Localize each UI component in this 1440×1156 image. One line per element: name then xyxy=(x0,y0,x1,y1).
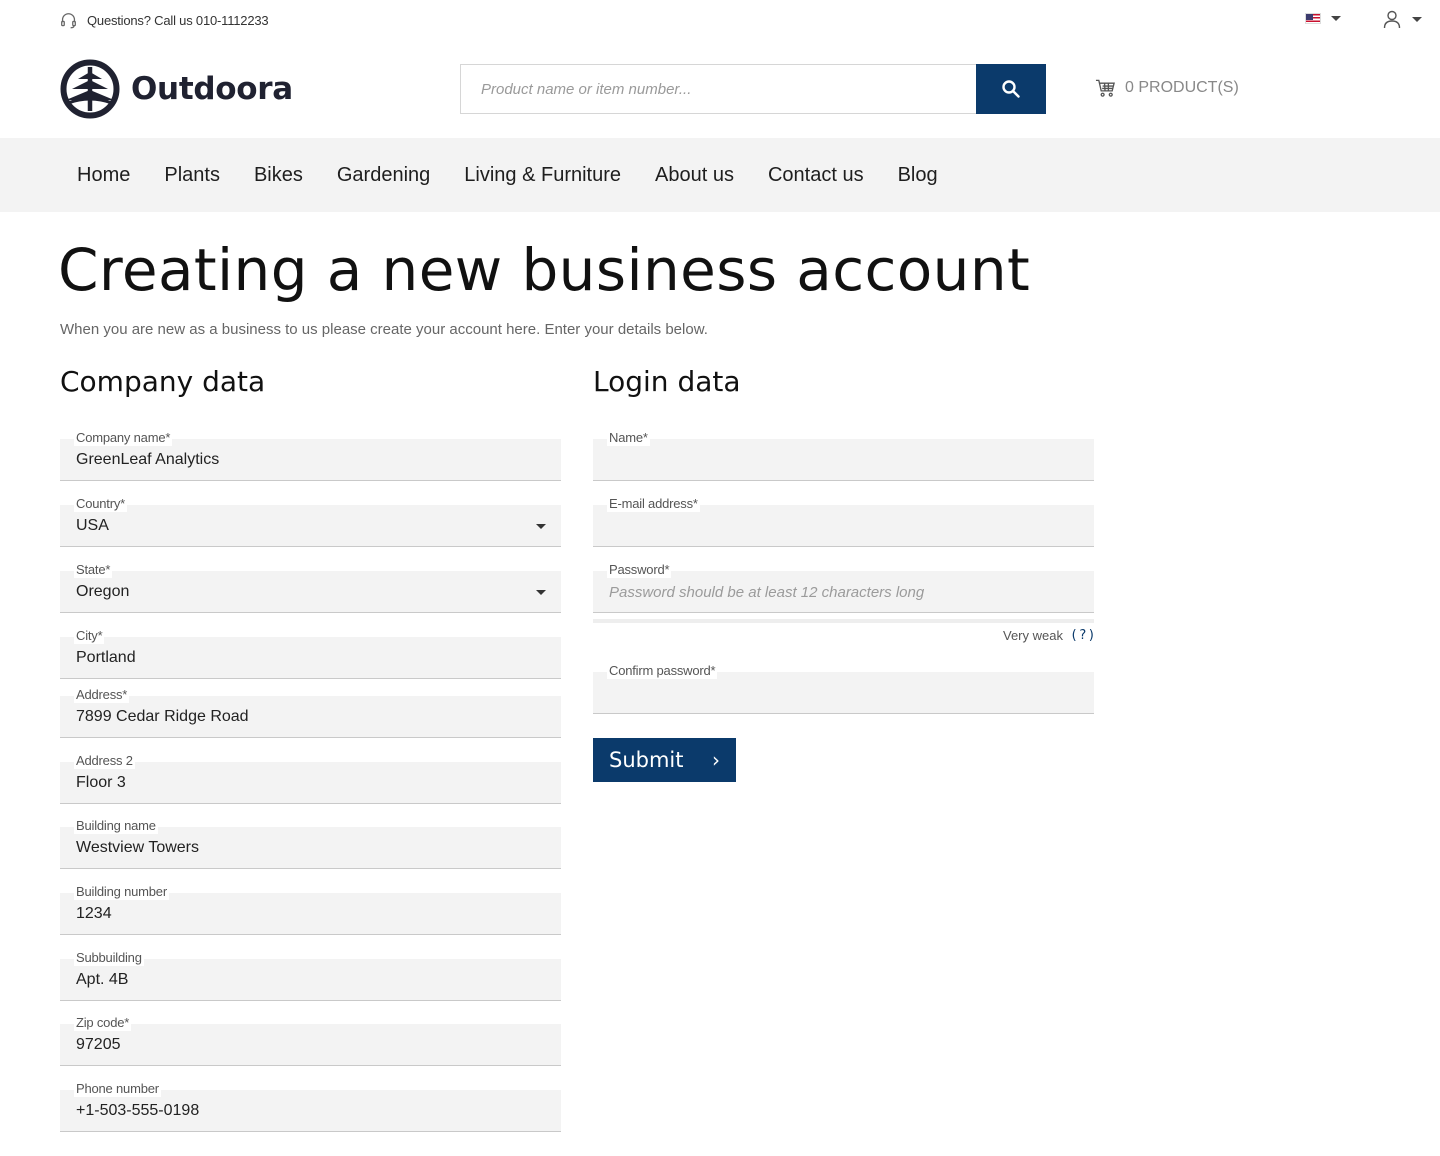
page-intro: When you are new as a business to us ple… xyxy=(60,321,708,338)
chevron-right-icon: › xyxy=(712,748,720,772)
us-flag-icon xyxy=(1305,13,1321,24)
nav-item-gardening[interactable]: Gardening xyxy=(320,164,447,187)
zip-code-field[interactable]: Zip code* 97205 xyxy=(60,1015,561,1066)
language-selector[interactable] xyxy=(1305,13,1341,24)
company-name-field[interactable]: Company name* GreenLeaf Analytics xyxy=(60,430,561,481)
search-bar xyxy=(460,64,1046,114)
search-icon xyxy=(1002,80,1020,98)
main-navigation: Home Plants Bikes Gardening Living & Fur… xyxy=(0,138,1440,212)
field-value: 1234 xyxy=(76,905,112,922)
password-strength-bar xyxy=(593,619,1094,623)
help-text: Questions? Call us 010-1112233 xyxy=(87,13,269,28)
nav-item-plants[interactable]: Plants xyxy=(147,164,237,187)
submit-label: Submit xyxy=(609,748,684,772)
password-strength: Very weak (?) xyxy=(1003,628,1096,643)
nav-item-bikes[interactable]: Bikes xyxy=(237,164,320,187)
field-value: Floor 3 xyxy=(76,774,126,791)
search-input[interactable] xyxy=(460,64,976,114)
chevron-down-icon xyxy=(536,524,546,529)
building-number-field[interactable]: Building number 1234 xyxy=(60,884,561,935)
shopping-cart-icon xyxy=(1095,79,1115,97)
search-button[interactable] xyxy=(976,64,1046,114)
headset-icon xyxy=(61,13,76,29)
top-bar: Questions? Call us 010-1112233 xyxy=(0,0,1440,40)
password-strength-text: Very weak xyxy=(1003,628,1063,643)
address-field[interactable]: Address* 7899 Cedar Ridge Road xyxy=(60,687,561,738)
account-menu[interactable] xyxy=(1382,9,1422,29)
password-help-link[interactable]: (?) xyxy=(1070,628,1096,643)
field-label: City* xyxy=(74,628,105,644)
brand-name: Outdoora xyxy=(131,71,293,107)
field-value: 97205 xyxy=(76,1036,121,1053)
chevron-down-icon xyxy=(1331,16,1341,21)
field-value: GreenLeaf Analytics xyxy=(76,451,220,468)
field-value: +1-503-555-0198 xyxy=(76,1102,200,1119)
chevron-down-icon xyxy=(1412,16,1422,22)
nav-item-living-furniture[interactable]: Living & Furniture xyxy=(447,164,638,187)
company-data-heading: Company data xyxy=(60,365,266,398)
nav-item-contact-us[interactable]: Contact us xyxy=(751,164,881,187)
field-label: Zip code* xyxy=(74,1015,132,1031)
name-field[interactable]: Name* xyxy=(593,430,1094,481)
nav-item-about-us[interactable]: About us xyxy=(638,164,751,187)
cart-count-text: 0 PRODUCT(S) xyxy=(1125,79,1239,96)
address2-field[interactable]: Address 2 Floor 3 xyxy=(60,753,561,804)
field-label: State* xyxy=(74,562,113,578)
field-label: Subbuilding xyxy=(74,950,144,966)
nav-item-blog[interactable]: Blog xyxy=(881,164,955,187)
country-select[interactable]: Country* USA xyxy=(60,496,561,547)
confirm-password-field[interactable]: Confirm password* xyxy=(593,663,1094,714)
field-value: Apt. 4B xyxy=(76,971,129,988)
field-value: USA xyxy=(76,517,109,534)
field-value: 7899 Cedar Ridge Road xyxy=(76,708,249,725)
field-label: Country* xyxy=(74,496,127,512)
field-value: Portland xyxy=(76,649,136,666)
chevron-down-icon xyxy=(536,590,546,595)
building-name-field[interactable]: Building name Westview Towers xyxy=(60,818,561,869)
password-placeholder: Password should be at least 12 character… xyxy=(609,584,925,601)
subbuilding-field[interactable]: Subbuilding Apt. 4B xyxy=(60,950,561,1001)
state-select[interactable]: State* Oregon xyxy=(60,562,561,613)
cart[interactable]: 0 PRODUCT(S) xyxy=(1095,78,1239,98)
field-label: Company name* xyxy=(74,430,173,446)
submit-button[interactable]: Submit › xyxy=(593,738,736,782)
logo[interactable]: Outdoora xyxy=(60,59,293,119)
page-title: Creating a new business account xyxy=(58,236,1031,304)
field-value: Oregon xyxy=(76,583,130,600)
phone-number-field[interactable]: Phone number +1-503-555-0198 xyxy=(60,1081,561,1132)
field-label: Building name xyxy=(74,818,158,834)
password-field[interactable]: Password* Password should be at least 12… xyxy=(593,562,1094,613)
field-value: Westview Towers xyxy=(76,839,199,856)
tree-logo-icon xyxy=(60,59,120,119)
field-label: Confirm password* xyxy=(607,663,718,679)
city-field[interactable]: City* Portland xyxy=(60,628,561,679)
user-icon xyxy=(1383,10,1401,29)
field-label: E-mail address* xyxy=(607,496,700,512)
field-label: Address* xyxy=(74,687,130,703)
field-label: Building number xyxy=(74,884,169,900)
field-label: Name* xyxy=(607,430,650,446)
field-label: Phone number xyxy=(74,1081,161,1097)
login-data-heading: Login data xyxy=(593,365,741,398)
field-label: Password* xyxy=(607,562,672,578)
help-contact: Questions? Call us 010-1112233 xyxy=(60,12,269,29)
field-label: Address 2 xyxy=(74,753,135,769)
nav-item-home[interactable]: Home xyxy=(60,164,147,187)
email-field[interactable]: E-mail address* xyxy=(593,496,1094,547)
